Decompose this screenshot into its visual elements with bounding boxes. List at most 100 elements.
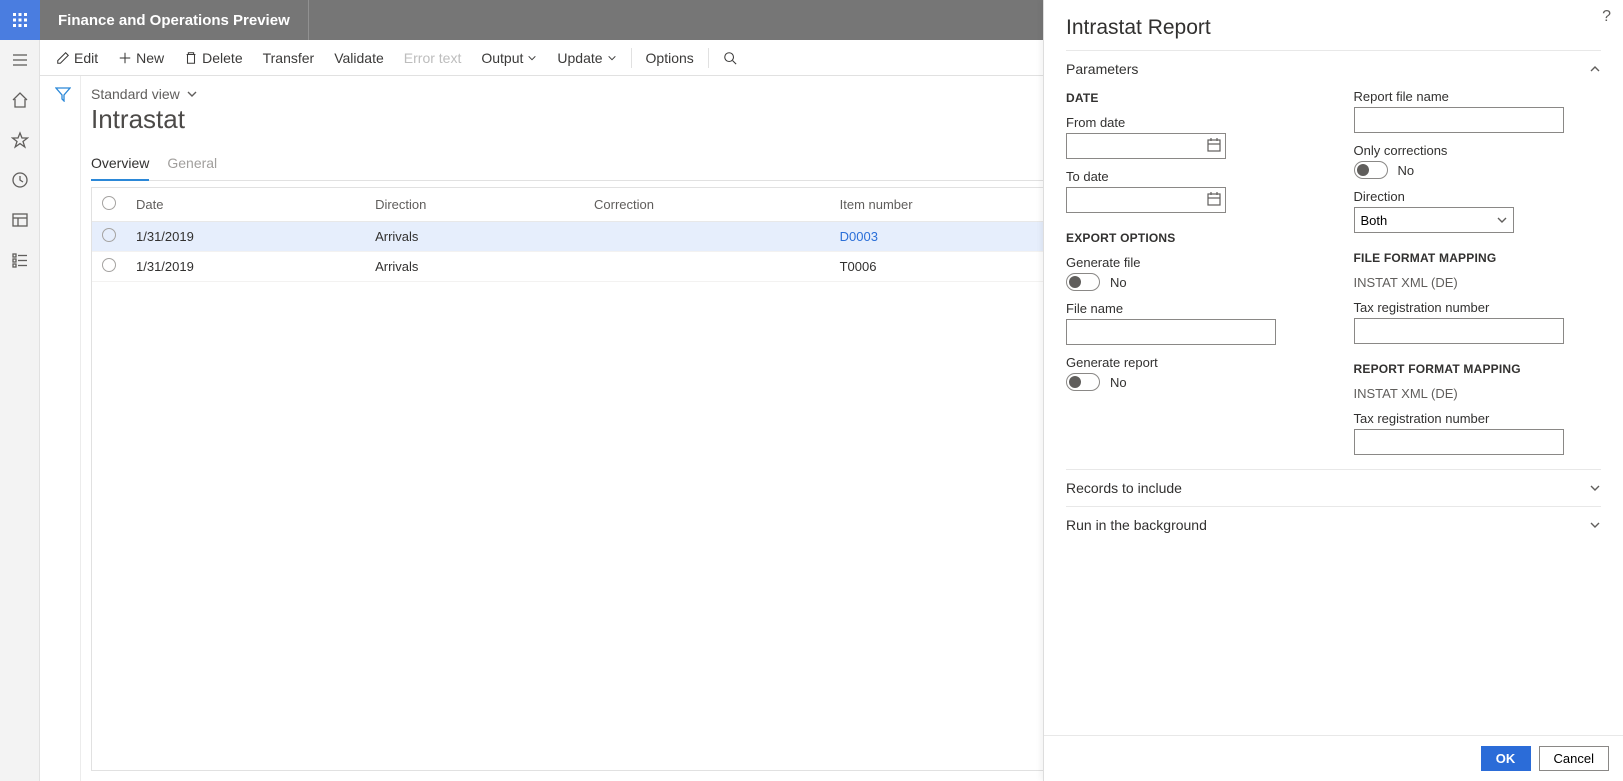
section-background-label: Run in the background (1066, 517, 1207, 533)
cell-correction (584, 222, 830, 252)
cell-correction (584, 252, 830, 282)
to-date-label: To date (1066, 169, 1314, 184)
col-direction[interactable]: Direction (365, 188, 584, 222)
row-select-radio[interactable] (102, 228, 116, 242)
plus-icon (118, 51, 132, 65)
hamburger-icon (11, 51, 29, 69)
group-export: EXPORT OPTIONS (1066, 231, 1314, 245)
file-name-input[interactable] (1066, 319, 1276, 345)
workspaces-button[interactable] (0, 206, 40, 234)
filter-button[interactable] (55, 86, 71, 781)
only-corrections-toggle[interactable] (1354, 161, 1388, 179)
transfer-label: Transfer (263, 50, 315, 66)
generate-report-label: Generate report (1066, 355, 1314, 370)
update-menu[interactable]: Update (547, 40, 626, 75)
section-background: Run in the background (1066, 506, 1601, 543)
only-corrections-label: Only corrections (1354, 143, 1602, 158)
tax-reg-label-1: Tax registration number (1354, 300, 1602, 315)
generate-file-label: Generate file (1066, 255, 1314, 270)
select-all-radio[interactable] (102, 196, 116, 210)
error-text-button: Error text (394, 40, 472, 75)
search-button[interactable] (713, 40, 747, 75)
new-label: New (136, 50, 164, 66)
delete-button[interactable]: Delete (174, 40, 252, 75)
tab-general[interactable]: General (167, 149, 217, 180)
from-date-input[interactable] (1066, 133, 1226, 159)
validate-button[interactable]: Validate (324, 40, 394, 75)
left-nav-rail (0, 40, 40, 781)
app-title: Finance and Operations Preview (40, 0, 309, 40)
update-label: Update (557, 50, 602, 66)
from-date-label: From date (1066, 115, 1314, 130)
generate-report-toggle[interactable] (1066, 373, 1100, 391)
separator (631, 48, 632, 68)
options-button[interactable]: Options (636, 40, 704, 75)
calendar-icon[interactable] (1206, 137, 1222, 153)
cell-date: 1/31/2019 (126, 222, 365, 252)
help-button[interactable]: ? (1602, 8, 1611, 26)
generate-file-toggle[interactable] (1066, 273, 1100, 291)
cell-direction: Arrivals (365, 252, 584, 282)
group-file-format: FILE FORMAT MAPPING (1354, 251, 1602, 265)
section-records-label: Records to include (1066, 480, 1182, 496)
clock-icon (11, 171, 29, 189)
transfer-button[interactable]: Transfer (253, 40, 325, 75)
section-records-header[interactable]: Records to include (1066, 470, 1601, 506)
section-parameters-label: Parameters (1066, 61, 1138, 77)
report-format-value: INSTAT XML (DE) (1354, 386, 1458, 401)
home-icon (11, 91, 29, 109)
section-background-header[interactable]: Run in the background (1066, 507, 1601, 543)
options-label: Options (646, 50, 694, 66)
hamburger-button[interactable] (0, 46, 40, 74)
new-button[interactable]: New (108, 40, 174, 75)
direction-label: Direction (1354, 189, 1602, 204)
generate-report-value: No (1110, 375, 1127, 390)
chevron-down-icon (1589, 519, 1601, 531)
chevron-down-icon (607, 53, 617, 63)
ok-button[interactable]: OK (1481, 746, 1531, 771)
favorites-button[interactable] (0, 126, 40, 154)
direction-select[interactable]: Both (1354, 207, 1514, 233)
app-launcher-button[interactable] (0, 0, 40, 40)
report-file-name-input[interactable] (1354, 107, 1564, 133)
chevron-down-icon (527, 53, 537, 63)
chevron-down-icon (1589, 482, 1601, 494)
home-button[interactable] (0, 86, 40, 114)
modules-icon (11, 251, 29, 269)
to-date-input[interactable] (1066, 187, 1226, 213)
calendar-icon[interactable] (1206, 191, 1222, 207)
filter-column (46, 76, 80, 781)
validate-label: Validate (334, 50, 384, 66)
edit-button[interactable]: Edit (46, 40, 108, 75)
group-date: DATE (1066, 91, 1314, 105)
waffle-icon (12, 12, 28, 28)
trash-icon (184, 51, 198, 65)
cell-date: 1/31/2019 (126, 252, 365, 282)
star-icon (11, 131, 29, 149)
tax-reg-input-2[interactable] (1354, 429, 1564, 455)
recent-button[interactable] (0, 166, 40, 194)
search-icon (723, 51, 737, 65)
panel-title: Intrastat Report (1044, 0, 1623, 50)
section-records: Records to include (1066, 469, 1601, 506)
file-format-value: INSTAT XML (DE) (1354, 275, 1458, 290)
pencil-icon (56, 51, 70, 65)
col-date[interactable]: Date (126, 188, 365, 222)
tab-overview[interactable]: Overview (91, 149, 149, 181)
generate-file-value: No (1110, 275, 1127, 290)
tax-reg-label-2: Tax registration number (1354, 411, 1602, 426)
only-corrections-value: No (1398, 163, 1415, 178)
modules-button[interactable] (0, 246, 40, 274)
col-correction[interactable]: Correction (584, 188, 830, 222)
row-select-radio[interactable] (102, 258, 116, 272)
section-parameters-header[interactable]: Parameters (1066, 51, 1601, 87)
delete-label: Delete (202, 50, 242, 66)
separator (708, 48, 709, 68)
tax-reg-input-1[interactable] (1354, 318, 1564, 344)
cancel-button[interactable]: Cancel (1539, 746, 1609, 771)
view-label: Standard view (91, 86, 180, 102)
output-label: Output (481, 50, 523, 66)
report-file-name-label: Report file name (1354, 89, 1602, 104)
output-menu[interactable]: Output (471, 40, 547, 75)
workspace-icon (11, 211, 29, 229)
